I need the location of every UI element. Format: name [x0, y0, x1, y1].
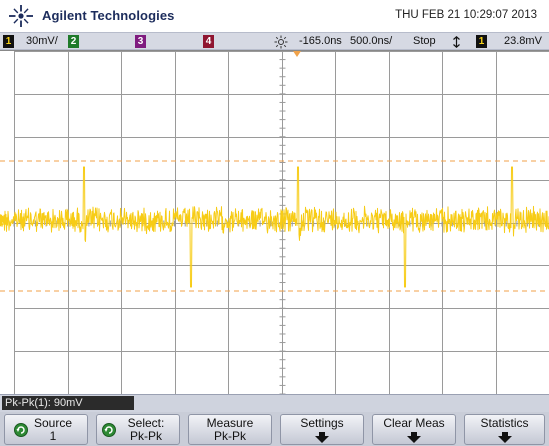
- timebase-scale: 500.0ns/: [350, 35, 393, 47]
- entry-knob-icon: [102, 423, 116, 437]
- trigger-level: 23.8mV: [504, 35, 542, 47]
- statistics-label: Statistics: [480, 416, 529, 430]
- measurement-strip: Pk-Pk(1): 90mV: [0, 394, 549, 412]
- statistics-softkey[interactable]: Statistics: [464, 414, 545, 445]
- settings-softkey[interactable]: Settings: [280, 414, 364, 445]
- status-bar: 1 30mV/ 2 3 4 -165.0ns 500.0ns/ Stop 1 2…: [0, 32, 549, 50]
- run-state: Stop: [413, 35, 436, 47]
- waveform-graticule: [0, 51, 549, 394]
- delay-sun-icon: [274, 35, 288, 49]
- submenu-arrow-icon: [497, 432, 512, 443]
- submenu-arrow-icon: [407, 432, 421, 443]
- date-time: THU FEB 21 10:29:07 2013: [395, 9, 537, 21]
- select-softkey[interactable]: Select: Pk-Pk: [96, 414, 180, 445]
- settings-label: Settings: [300, 416, 344, 430]
- channel-2-indicator[interactable]: 2: [68, 35, 79, 48]
- softkey-bar: Source 1 Select: Pk-Pk Measure Pk-Pk Set…: [0, 412, 549, 446]
- measure-softkey[interactable]: Measure Pk-Pk: [188, 414, 272, 445]
- pk-pk-readout: Pk-Pk(1): 90mV: [2, 396, 134, 410]
- channel-1-scale: 30mV/: [26, 35, 58, 47]
- channel-3-indicator[interactable]: 3: [135, 35, 146, 48]
- trigger-source-indicator: 1: [476, 35, 487, 48]
- trigger-edge-icon: [453, 36, 460, 48]
- waveform-display[interactable]: [0, 50, 549, 394]
- clear-meas-label: Clear Meas: [383, 416, 445, 430]
- channel-4-indicator[interactable]: 4: [203, 35, 214, 48]
- submenu-arrow-icon: [315, 432, 329, 443]
- clear-meas-softkey[interactable]: Clear Meas: [372, 414, 456, 445]
- measure-value: Pk-Pk: [213, 429, 246, 443]
- channel-1-indicator[interactable]: 1: [3, 35, 14, 48]
- header-bar: Agilent Technologies THU FEB 21 10:29:07…: [0, 0, 549, 32]
- brand-name: Agilent Technologies: [42, 8, 175, 23]
- horizontal-delay: -165.0ns: [299, 35, 342, 47]
- channel-1-trace: [0, 166, 549, 288]
- source-softkey[interactable]: Source 1: [4, 414, 88, 445]
- agilent-spark-logo-icon: [9, 5, 33, 27]
- trigger-position-marker: [293, 51, 301, 57]
- entry-knob-icon: [14, 423, 28, 437]
